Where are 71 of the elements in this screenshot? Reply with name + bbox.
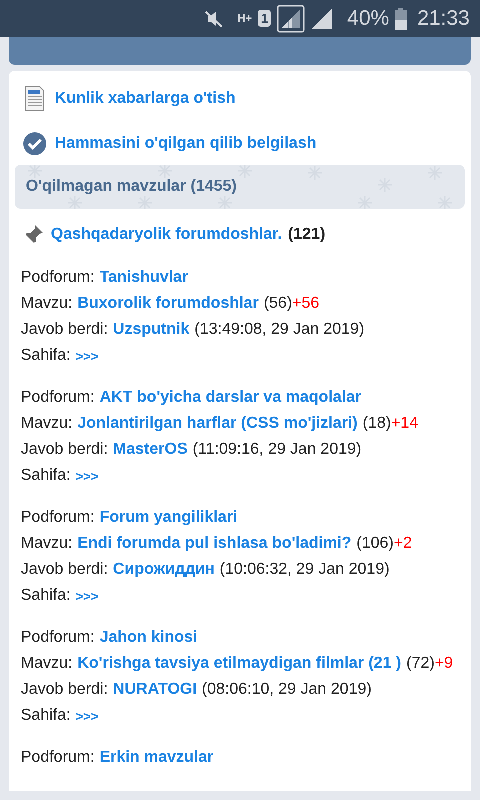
field-label: Podforum: [21,389,95,407]
field-label: Javob berdi: [21,681,108,699]
page-link[interactable]: >>> [76,708,99,724]
timestamp: (11:09:16, 29 Jan 2019) [192,441,362,459]
clock: 21:33 [417,6,470,30]
timestamp: (08:06:10, 29 Jan 2019) [202,681,372,699]
timestamp: (13:49:08, 29 Jan 2019) [194,321,365,339]
page-link[interactable]: >>> [76,348,99,364]
user-link[interactable]: MasterOS [113,441,188,459]
reply-count: (56) [264,295,292,313]
timestamp: (10:06:32, 29 Jan 2019) [220,561,390,579]
section-title: O'qilmagan mavzular (1455) [25,178,237,196]
snowflake-icon [307,165,323,181]
action-link[interactable]: Kunlik xabarlarga o'tish [55,90,236,108]
page-link[interactable]: >>> [76,468,99,484]
subforum-link[interactable]: Tanishuvlar [100,269,188,287]
reply-count: (121) [288,226,326,244]
new-count: +14 [391,415,418,433]
field-label: Javob berdi: [21,441,108,459]
mute-icon [204,8,224,28]
field-label: Mavzu: [21,295,73,313]
snowflake-icon [137,195,153,209]
new-count: +9 [434,655,454,673]
field-label: Podforum: [21,509,95,527]
topic-link[interactable]: Jonlantirilgan harflar (CSS mo'jizlari) [78,415,358,433]
subforum-link[interactable]: AKT bo'yicha darslar va maqolalar [100,389,362,407]
field-label: Javob berdi: [21,561,108,579]
checkmark-icon [23,132,47,156]
field-label: Podforum: [21,749,95,767]
battery-icon [395,8,408,30]
pinned-topic-link[interactable]: Qashqadaryolik forumdoshlar. [51,226,282,244]
subforum-link[interactable]: Erkin mavzular [100,749,214,767]
new-count: +56 [292,295,320,313]
page-link[interactable]: >>> [76,588,99,604]
field-label: Sahifa: [21,587,71,605]
topic-link[interactable]: Endi forumda pul ishlasa bo'ladimi? [78,535,352,553]
field-label: Mavzu: [21,535,73,553]
user-link[interactable]: Uzsputnik [113,321,190,339]
new-count: +2 [394,535,412,553]
topic-link[interactable]: Ko'rishga tavsiya etilmaydigan filmlar (21 ) [78,655,402,673]
reply-count: (106) [356,535,394,553]
document-icon [23,86,47,112]
snowflake-icon [27,165,43,179]
snowflake-icon [217,195,233,209]
sim-badge: 1 [258,10,272,27]
field-label: Sahifa: [21,347,71,365]
field-label: Sahifa: [21,467,71,485]
reply-count: (72) [406,655,435,673]
snowflake-icon [437,195,453,209]
signal-icon [277,4,306,32]
user-link[interactable]: NURATOGI [113,681,198,699]
field-label: Mavzu: [21,415,73,433]
action-link[interactable]: Hammasini o'qilgan qilib belgilash [55,134,317,152]
user-link[interactable]: Сирожиддин [113,561,215,579]
field-label: Podforum: [21,629,95,647]
snowflake-icon [357,195,373,209]
subforum-link[interactable]: Forum yangiliklari [100,509,238,527]
field-label: Podforum: [21,269,95,287]
field-label: Mavzu: [21,655,73,673]
signal-icon [311,8,334,30]
snowflake-icon [157,165,173,179]
battery-level: 40% [347,6,390,30]
snowflake-icon [67,195,83,209]
field-label: Sahifa: [21,707,71,725]
snowflake-icon [427,165,443,181]
snowflake-icon [237,165,253,179]
network-type: H+ [238,12,252,24]
reply-count: (18) [362,415,392,433]
field-label: Javob berdi: [21,321,108,339]
topic-link[interactable]: Buxorolik forumdoshlar [78,295,259,313]
subforum-link[interactable]: Jahon kinosi [100,629,198,647]
